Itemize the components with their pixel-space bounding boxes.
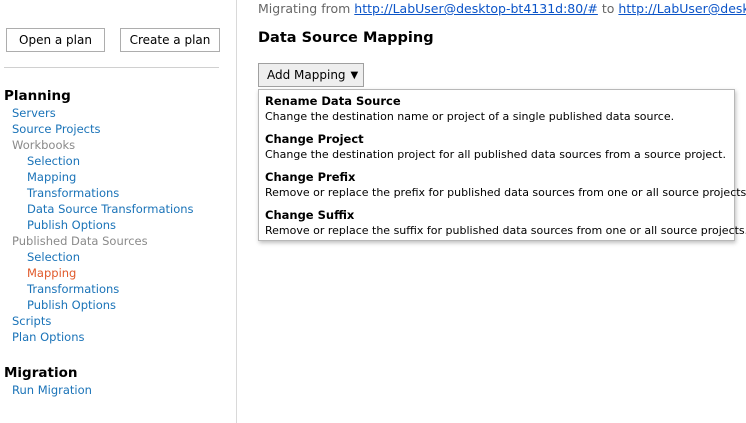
migration-section-title: Migration (4, 365, 78, 381)
migrating-connector: to (601, 1, 615, 16)
nav-plan-options[interactable]: Plan Options (12, 329, 85, 345)
nav-workbooks-data-source-transformations[interactable]: Data Source Transformations (27, 201, 194, 217)
migration-header: Migrating from http://LabUser@desktop-bt… (258, 0, 746, 17)
sidebar: Open a plan Create a plan Planning Serve… (0, 0, 237, 423)
menu-item-title: Rename Data Source (265, 94, 401, 108)
menu-item-title: Change Suffix (265, 208, 355, 222)
nav-run-migration[interactable]: Run Migration (12, 382, 92, 398)
menu-item-change-suffix[interactable]: Change Suffix Remove or replace the suff… (265, 208, 746, 246)
nav-workbooks-selection[interactable]: Selection (27, 153, 80, 169)
nav-group-published-data-sources: Published Data Sources (12, 234, 148, 248)
page-title: Data Source Mapping (258, 30, 434, 46)
nav-pds-transformations[interactable]: Transformations (27, 281, 119, 297)
nav-pds-selection[interactable]: Selection (27, 249, 80, 265)
nav-workbooks-publish-options[interactable]: Publish Options (27, 217, 116, 233)
destination-url-link[interactable]: http://LabUser@desktop-b (618, 1, 746, 16)
nav-workbooks-mapping[interactable]: Mapping (27, 169, 76, 185)
menu-item-rename-data-source[interactable]: Rename Data Source Change the destinatio… (265, 94, 728, 132)
open-plan-button[interactable]: Open a plan (6, 28, 105, 52)
nav-scripts[interactable]: Scripts (12, 313, 51, 329)
menu-item-description: Remove or replace the prefix for publish… (265, 186, 746, 199)
nav-pds-mapping[interactable]: Mapping (27, 265, 76, 281)
source-url-link[interactable]: http://LabUser@desktop-bt4131d:80/# (354, 1, 598, 16)
nav-pds-publish-options[interactable]: Publish Options (27, 297, 116, 313)
migrating-prefix: Migrating from (258, 1, 351, 16)
menu-item-description: Remove or replace the suffix for publish… (265, 224, 746, 237)
add-mapping-label: Add Mapping (267, 68, 346, 82)
menu-item-change-prefix[interactable]: Change Prefix Remove or replace the pref… (265, 170, 746, 208)
caret-down-icon: ▼ (350, 69, 359, 81)
menu-item-title: Change Project (265, 132, 364, 146)
nav-group-workbooks: Workbooks (12, 138, 76, 152)
menu-item-title: Change Prefix (265, 170, 356, 184)
create-plan-button[interactable]: Create a plan (120, 28, 220, 52)
menu-item-change-project[interactable]: Change Project Change the destination pr… (265, 132, 728, 170)
menu-item-description: Change the destination project for all p… (265, 148, 726, 161)
menu-item-description: Change the destination name or project o… (265, 110, 675, 123)
nav-source-projects[interactable]: Source Projects (12, 121, 101, 137)
add-mapping-menu: Rename Data Source Change the destinatio… (258, 89, 746, 241)
planning-section-title: Planning (4, 88, 71, 104)
nav-servers[interactable]: Servers (12, 105, 56, 121)
add-mapping-button[interactable]: Add Mapping ▼ (258, 63, 364, 87)
nav-workbooks-transformations[interactable]: Transformations (27, 185, 119, 201)
sidebar-divider (4, 67, 219, 68)
